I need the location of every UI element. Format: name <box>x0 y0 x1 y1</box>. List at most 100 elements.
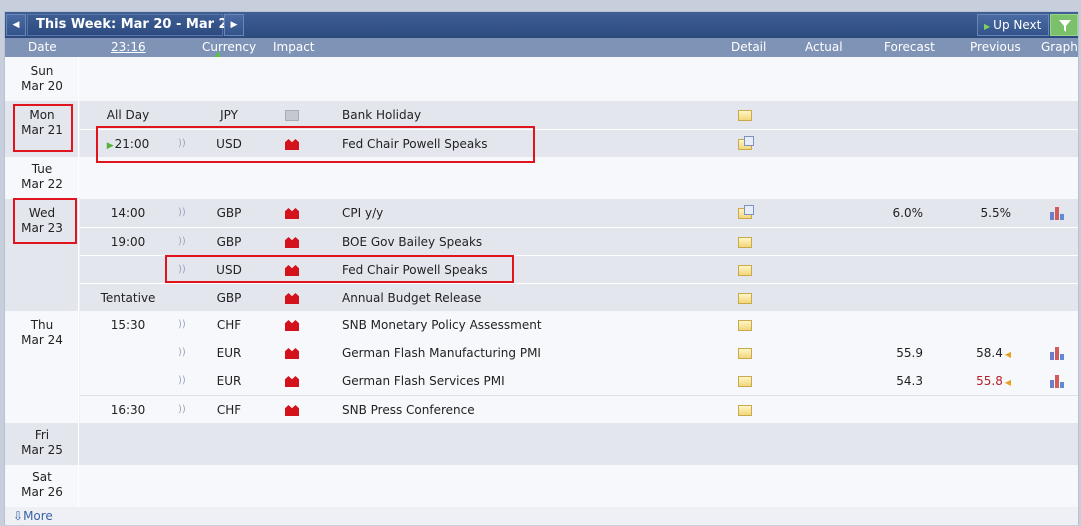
day-row <box>5 57 1078 101</box>
event-currency: EUR <box>216 374 242 388</box>
table-row[interactable]: 19:00 )) GBP BOE Gov Bailey Speaks <box>80 227 1078 255</box>
detail-folder-icon[interactable] <box>738 205 754 219</box>
more-label: More <box>23 509 53 523</box>
event-currency: EUR <box>216 346 242 360</box>
more-link[interactable]: ⇩More <box>13 509 53 523</box>
event-currency: USD <box>216 263 242 277</box>
speech-icon: )) <box>178 264 186 275</box>
day-date: Mar 24 <box>21 333 63 347</box>
event-time: 15:30 <box>110 318 146 332</box>
event-time: Tentative <box>100 291 156 305</box>
day-date: Mar 26 <box>21 485 63 499</box>
next-week-button[interactable]: ▶ <box>224 14 244 36</box>
day-cell: Fri Mar 25 <box>5 423 79 465</box>
detail-folder-icon[interactable] <box>738 348 752 359</box>
graph-icon[interactable] <box>1050 206 1066 220</box>
speech-icon: )) <box>178 347 186 358</box>
table-row[interactable]: 15:30 )) CHF SNB Monetary Policy Assessm… <box>80 311 1078 339</box>
holiday-impact-icon <box>285 110 299 121</box>
event-currency: GBP <box>216 206 242 220</box>
event-title: German Flash Services PMI <box>342 374 505 388</box>
speech-icon: )) <box>178 207 186 218</box>
high-impact-icon <box>285 320 299 331</box>
speech-icon: )) <box>178 375 186 386</box>
graph-icon[interactable] <box>1050 374 1066 388</box>
event-title: BOE Gov Bailey Speaks <box>342 235 483 249</box>
filter-button[interactable] <box>1050 14 1078 36</box>
calendar-footer: ⇩More <box>5 507 1078 525</box>
table-row[interactable]: )) USD Fed Chair Powell Speaks <box>80 255 1078 283</box>
event-previous: 5.5% <box>980 206 1012 220</box>
week-nav-bar: ◀ This Week: Mar 20 - Mar 26 ▶ ▶ Up Next <box>5 12 1078 38</box>
event-title: Fed Chair Powell Speaks <box>342 263 488 277</box>
event-time: 21:00 <box>114 137 150 151</box>
event-forecast: 6.0% <box>892 206 924 220</box>
col-graph: Graph <box>1041 40 1078 54</box>
up-next-label: Up Next <box>993 18 1042 32</box>
col-impact: Impact <box>273 40 315 54</box>
high-impact-icon <box>285 139 299 150</box>
table-row[interactable]: )) EUR German Flash Services PMI 54.3 55… <box>80 367 1078 395</box>
up-next-button[interactable]: ▶ Up Next <box>977 14 1049 36</box>
event-previous: 55.8 <box>976 374 1003 388</box>
detail-folder-icon[interactable] <box>738 320 752 331</box>
detail-folder-icon[interactable] <box>738 293 752 304</box>
high-impact-icon <box>285 376 299 387</box>
day-name: Wed <box>28 206 56 220</box>
event-currency: CHF <box>216 403 242 417</box>
event-previous: 58.4 <box>976 346 1003 360</box>
event-time: All Day <box>106 108 150 122</box>
prev-week-button[interactable]: ◀ <box>6 14 26 36</box>
day-name: Fri <box>34 428 50 442</box>
download-icon: ⇩ <box>13 509 24 523</box>
col-currency: Currency <box>202 40 257 54</box>
day-date: Mar 23 <box>21 221 63 235</box>
table-row[interactable]: Tentative GBP Annual Budget Release <box>80 283 1078 311</box>
day-name: Mon <box>29 108 55 122</box>
day-date: Mar 21 <box>21 123 63 137</box>
detail-folder-icon[interactable] <box>738 136 754 150</box>
table-row[interactable]: )) EUR German Flash Manufacturing PMI 55… <box>80 339 1078 367</box>
event-title: Fed Chair Powell Speaks <box>342 137 488 151</box>
col-detail: Detail <box>731 40 767 54</box>
col-actual: Actual <box>805 40 843 54</box>
event-currency: GBP <box>216 291 242 305</box>
high-impact-icon <box>285 293 299 304</box>
day-cell: Sat Mar 26 <box>5 465 79 507</box>
event-currency: JPY <box>220 108 238 122</box>
detail-folder-icon[interactable] <box>738 376 752 387</box>
filter-icon <box>1059 20 1071 32</box>
event-forecast: 55.9 <box>896 346 923 360</box>
high-impact-icon <box>285 265 299 276</box>
speech-icon: )) <box>178 138 186 149</box>
event-title: Annual Budget Release <box>342 291 482 305</box>
day-cell: Thu Mar 24 <box>5 311 79 423</box>
revised-icon: ◀ <box>1004 350 1011 359</box>
event-forecast: 54.3 <box>896 374 923 388</box>
speech-icon: )) <box>178 319 186 330</box>
day-cell: Mon Mar 21 <box>5 101 79 157</box>
table-row[interactable]: All Day JPY Bank Holiday <box>80 101 1078 129</box>
event-title: SNB Monetary Policy Assessment <box>342 318 542 332</box>
event-title: Bank Holiday <box>342 108 422 122</box>
detail-folder-icon[interactable] <box>738 265 752 276</box>
high-impact-icon <box>285 237 299 248</box>
detail-folder-icon[interactable] <box>738 110 752 121</box>
day-name: Tue <box>31 162 53 176</box>
table-row[interactable]: ▶21:00 )) USD Fed Chair Powell Speaks <box>80 129 1078 157</box>
day-row <box>5 465 1078 507</box>
day-row <box>5 423 1078 465</box>
day-cell: Sun Mar 20 <box>5 57 79 101</box>
day-cell: Wed Mar 23 <box>5 199 79 311</box>
play-icon: ▶ <box>984 22 991 31</box>
table-row[interactable]: 14:00 )) GBP CPI y/y 6.0% 5.5% <box>80 199 1078 227</box>
detail-folder-icon[interactable] <box>738 405 752 416</box>
current-time-link[interactable]: 23:16 <box>111 40 146 54</box>
table-row[interactable]: 16:30 )) CHF SNB Press Conference <box>80 395 1078 423</box>
high-impact-icon <box>285 405 299 416</box>
event-currency: GBP <box>216 235 242 249</box>
graph-icon[interactable] <box>1050 346 1066 360</box>
now-playing-icon: ▶ <box>106 141 114 151</box>
event-time: 14:00 <box>110 206 146 220</box>
detail-folder-icon[interactable] <box>738 237 752 248</box>
